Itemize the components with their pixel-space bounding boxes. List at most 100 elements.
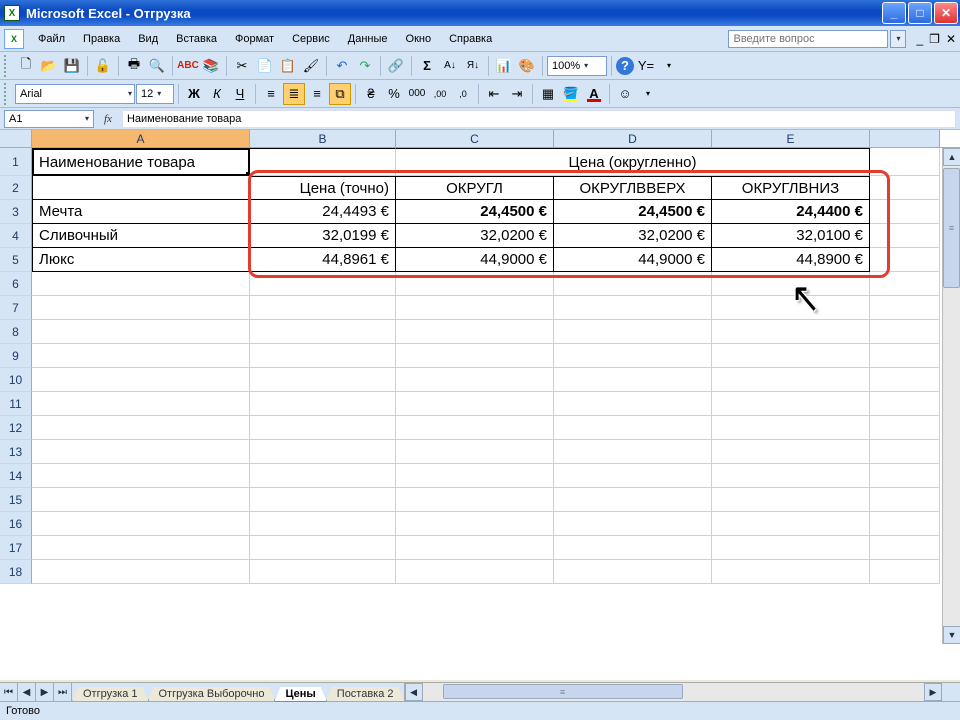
cell[interactable] (712, 560, 870, 584)
smiley-icon[interactable]: ☺ (614, 83, 636, 105)
cell[interactable] (870, 416, 940, 440)
cell-a5[interactable]: Люкс (32, 248, 250, 272)
menu-tools[interactable]: Сервис (284, 30, 338, 48)
menu-edit[interactable]: Правка (75, 30, 128, 48)
percent-icon[interactable]: % (383, 83, 405, 105)
fill-handle[interactable] (246, 172, 250, 176)
cell[interactable] (32, 488, 250, 512)
cell[interactable] (250, 368, 396, 392)
cell[interactable] (396, 488, 554, 512)
cell[interactable] (870, 176, 940, 200)
menu-help[interactable]: Справка (441, 30, 500, 48)
cell[interactable] (32, 344, 250, 368)
toolbar-handle[interactable] (4, 83, 10, 105)
cell[interactable] (870, 320, 940, 344)
cell[interactable] (32, 464, 250, 488)
select-all-corner[interactable] (0, 130, 32, 147)
cell[interactable] (250, 344, 396, 368)
print-preview-icon[interactable]: 🔍 (146, 55, 168, 77)
cell-b2[interactable]: Цена (точно) (250, 176, 396, 200)
cell[interactable] (870, 488, 940, 512)
scroll-thumb[interactable]: ≡ (943, 168, 960, 288)
row-header[interactable]: 8 (0, 320, 32, 344)
cell[interactable] (870, 148, 940, 176)
cell-d3[interactable]: 24,4500 € (554, 200, 712, 224)
underline-button[interactable]: Ч (229, 83, 251, 105)
zoom-combo[interactable]: 100% ▾ (547, 56, 607, 76)
cell[interactable] (250, 320, 396, 344)
permission-icon[interactable]: 🔓 (92, 55, 114, 77)
row-header[interactable]: 18 (0, 560, 32, 584)
cell[interactable] (32, 560, 250, 584)
decrease-indent-icon[interactable]: ⇤ (483, 83, 505, 105)
cell[interactable] (396, 560, 554, 584)
cell[interactable] (396, 464, 554, 488)
cell-e2[interactable]: ОКРУГЛВНИЗ (712, 176, 870, 200)
currency-icon[interactable]: ₴ (360, 83, 382, 105)
row-header[interactable]: 7 (0, 296, 32, 320)
cell[interactable] (250, 560, 396, 584)
copy-icon[interactable]: 📄 (254, 55, 276, 77)
menu-file[interactable]: Файл (30, 30, 73, 48)
cell[interactable] (32, 392, 250, 416)
row-header[interactable]: 10 (0, 368, 32, 392)
cell-a4[interactable]: Сливочный (32, 224, 250, 248)
sheet-tab-3[interactable]: Цены (274, 687, 326, 702)
cell[interactable] (554, 440, 712, 464)
font-color-icon[interactable]: A (583, 83, 605, 105)
cell[interactable] (870, 248, 940, 272)
borders-icon[interactable]: ▦ (537, 83, 559, 105)
cell[interactable] (32, 440, 250, 464)
column-header-c[interactable]: C (396, 130, 554, 147)
row-header[interactable]: 5 (0, 248, 32, 272)
cell-c5[interactable]: 44,9000 € (396, 248, 554, 272)
cell[interactable] (712, 512, 870, 536)
row-header[interactable]: 15 (0, 488, 32, 512)
scroll-up-icon[interactable]: ▲ (943, 148, 960, 166)
cell[interactable] (554, 488, 712, 512)
cell[interactable] (712, 344, 870, 368)
new-file-icon[interactable]: 🗋 (15, 55, 37, 77)
cell[interactable] (396, 272, 554, 296)
sheet-tab-2[interactable]: Отгрузка Выборочно (148, 687, 276, 702)
font-size-combo[interactable]: 12 ▾ (136, 84, 174, 104)
cell[interactable] (870, 440, 940, 464)
scroll-right-icon[interactable]: ▶ (924, 683, 942, 701)
cell[interactable] (396, 392, 554, 416)
cell[interactable] (554, 512, 712, 536)
sort-desc-icon[interactable]: Я↓ (462, 55, 484, 77)
cell[interactable] (250, 392, 396, 416)
tab-nav-next-icon[interactable]: ▶ (36, 683, 54, 701)
cell[interactable] (250, 272, 396, 296)
toolbar-overflow-icon[interactable]: ▾ (637, 83, 659, 105)
name-box[interactable]: A1 ▾ (4, 110, 94, 128)
bold-button[interactable]: Ж (183, 83, 205, 105)
cell[interactable] (396, 296, 554, 320)
cell[interactable] (870, 536, 940, 560)
help-icon[interactable]: ? (616, 57, 634, 75)
cell-a3[interactable]: Мечта (32, 200, 250, 224)
redo-icon[interactable]: ↷ (354, 55, 376, 77)
cell-a2[interactable] (32, 176, 250, 200)
cell-d5[interactable]: 44,9000 € (554, 248, 712, 272)
merge-center-icon[interactable]: ⧉ (329, 83, 351, 105)
cell[interactable] (870, 224, 940, 248)
menu-insert[interactable]: Вставка (168, 30, 225, 48)
align-left-icon[interactable]: ≡ (260, 83, 282, 105)
menu-view[interactable]: Вид (130, 30, 166, 48)
cell[interactable] (32, 416, 250, 440)
cell-b3[interactable]: 24,4493 € (250, 200, 396, 224)
cell-b5[interactable]: 44,8961 € (250, 248, 396, 272)
cell[interactable] (396, 344, 554, 368)
cell[interactable] (554, 320, 712, 344)
cell[interactable] (250, 416, 396, 440)
cell-c3[interactable]: 24,4500 € (396, 200, 554, 224)
autofilter-icon[interactable]: Y= (635, 55, 657, 77)
font-combo[interactable]: Arial ▾ (15, 84, 135, 104)
cell[interactable] (870, 392, 940, 416)
column-header-extra[interactable] (870, 130, 940, 147)
tab-nav-first-icon[interactable]: ⏮ (0, 683, 18, 701)
cell[interactable] (554, 536, 712, 560)
cell-e5[interactable]: 44,8900 € (712, 248, 870, 272)
cell[interactable] (870, 296, 940, 320)
